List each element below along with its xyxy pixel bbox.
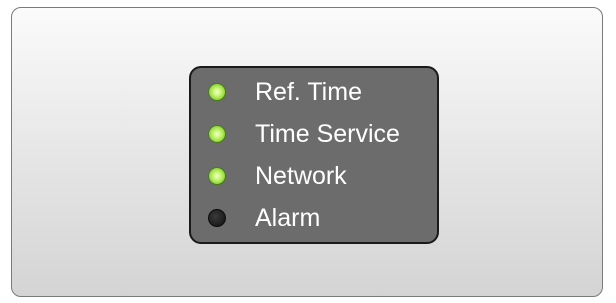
network-led-icon (208, 167, 226, 185)
indicator-alarm: Alarm (191, 198, 437, 238)
indicator-label: Network (255, 162, 347, 190)
alarm-led-icon (208, 209, 226, 227)
indicator-label: Time Service (255, 120, 400, 148)
time-service-led-icon (208, 125, 226, 143)
indicator-label: Ref. Time (255, 78, 362, 106)
indicator-label: Alarm (255, 204, 321, 232)
status-indicator-panel: Ref. Time Time Service Network Alarm (189, 66, 439, 244)
indicator-network: Network (191, 156, 437, 196)
indicator-time-service: Time Service (191, 114, 437, 154)
indicator-ref-time: Ref. Time (191, 72, 437, 112)
ref-time-led-icon (208, 83, 226, 101)
